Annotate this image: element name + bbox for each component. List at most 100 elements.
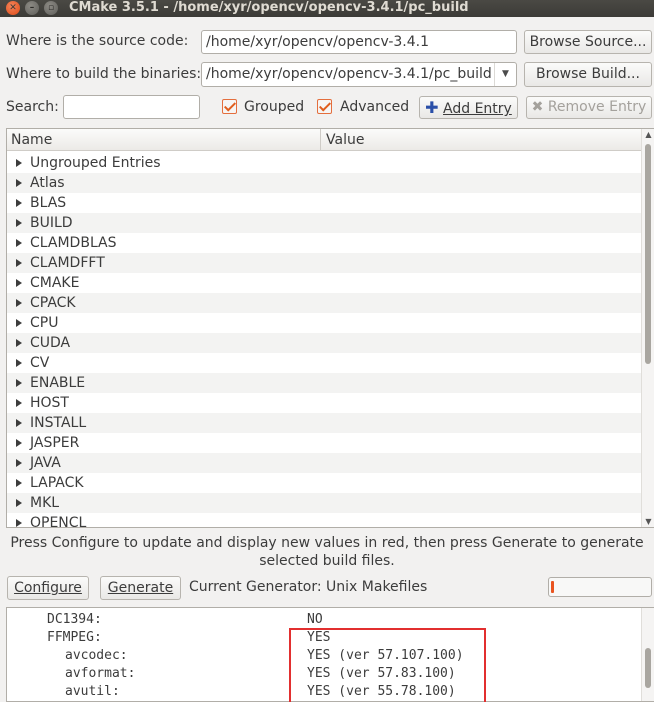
expand-arrow-icon[interactable]: [16, 219, 22, 227]
table-row[interactable]: Ungrouped Entries: [7, 153, 642, 173]
scroll-thumb[interactable]: [645, 144, 651, 364]
title-bar: ✕ – ▫ CMake 3.5.1 - /home/xyr/opencv/ope…: [0, 0, 654, 17]
expand-arrow-icon[interactable]: [16, 479, 22, 487]
build-path-combobox[interactable]: /home/xyr/opencv/opencv-3.4.1/pc_build ▼: [201, 62, 517, 87]
row-label: CUDA: [30, 335, 71, 351]
column-header-name[interactable]: Name: [7, 129, 321, 151]
table-rows: Ungrouped Entries Atlas BLAS BUILD CLAMDBLAS…: [7, 153, 642, 528]
current-generator-text: Current Generator: Unix Makefiles: [189, 579, 428, 595]
column-header-value[interactable]: Value: [322, 129, 642, 151]
row-label: CMAKE: [30, 275, 80, 291]
expand-arrow-icon[interactable]: [16, 339, 22, 347]
progress-fill: [551, 581, 554, 593]
expand-arrow-icon[interactable]: [16, 179, 22, 187]
output-line: DC1394: NO: [7, 611, 637, 629]
highlight-box: [289, 628, 486, 702]
row-label: ENABLE: [30, 375, 86, 391]
maximize-window-button[interactable]: ▫: [44, 1, 58, 15]
table-row[interactable]: CLAMDFFT: [7, 253, 642, 273]
scroll-down-icon[interactable]: ▼: [642, 517, 654, 526]
output-scroll-thumb[interactable]: [645, 648, 651, 688]
scroll-up-icon[interactable]: ▲: [642, 130, 654, 139]
configure-button[interactable]: Configure: [7, 576, 89, 600]
progress-bar: [548, 577, 652, 597]
chevron-down-icon[interactable]: ▼: [494, 63, 516, 86]
table-header: Name Value: [7, 129, 642, 151]
browse-source-button[interactable]: Browse Source...: [524, 30, 652, 54]
row-label: CLAMDBLAS: [30, 235, 117, 251]
table-row[interactable]: OPENCL: [7, 513, 642, 528]
browse-build-label: Browse Build...: [536, 66, 640, 82]
row-label: OPENCL: [30, 515, 87, 528]
table-row[interactable]: BLAS: [7, 193, 642, 213]
output-key: DC1394:: [47, 612, 102, 627]
table-row[interactable]: MKL: [7, 493, 642, 513]
grouped-checkbox[interactable]: [222, 99, 237, 114]
generate-label: Generate: [107, 580, 174, 596]
remove-icon: ✖: [531, 99, 544, 115]
minimize-window-button[interactable]: –: [25, 1, 39, 15]
build-binaries-label: Where to build the binaries:: [6, 66, 202, 82]
status-message: Press Configure to update and display ne…: [10, 535, 644, 569]
table-row[interactable]: Atlas: [7, 173, 642, 193]
expand-arrow-icon[interactable]: [16, 239, 22, 247]
row-label: LAPACK: [30, 475, 84, 491]
build-path-value: /home/xyr/opencv/opencv-3.4.1/pc_build: [206, 66, 492, 82]
table-row[interactable]: HOST: [7, 393, 642, 413]
generate-button[interactable]: Generate: [100, 576, 181, 600]
remove-entry-label: Remove Entry: [547, 99, 647, 115]
expand-arrow-icon[interactable]: [16, 299, 22, 307]
output-key: FFMPEG:: [47, 630, 102, 645]
expand-arrow-icon[interactable]: [16, 359, 22, 367]
row-label: BUILD: [30, 215, 73, 231]
table-row[interactable]: JASPER: [7, 433, 642, 453]
row-label: INSTALL: [30, 415, 87, 431]
output-scrollbar[interactable]: [641, 608, 654, 701]
expand-arrow-icon[interactable]: [16, 199, 22, 207]
table-row[interactable]: BUILD: [7, 213, 642, 233]
source-code-label: Where is the source code:: [6, 33, 189, 49]
source-path-input[interactable]: /home/xyr/opencv/opencv-3.4.1: [201, 30, 517, 54]
table-row[interactable]: CV: [7, 353, 642, 373]
table-row[interactable]: LAPACK: [7, 473, 642, 493]
row-label: JASPER: [30, 435, 80, 451]
table-row[interactable]: JAVA: [7, 453, 642, 473]
expand-arrow-icon[interactable]: [16, 519, 22, 527]
table-row[interactable]: CMAKE: [7, 273, 642, 293]
browse-source-label: Browse Source...: [529, 34, 647, 50]
expand-arrow-icon[interactable]: [16, 159, 22, 167]
browse-build-button[interactable]: Browse Build...: [524, 62, 652, 87]
add-entry-button[interactable]: ✚ Add Entry: [419, 96, 518, 119]
expand-arrow-icon[interactable]: [16, 379, 22, 387]
expand-arrow-icon[interactable]: [16, 459, 22, 467]
table-scrollbar[interactable]: ▲ ▼: [641, 129, 654, 527]
remove-entry-button[interactable]: ✖ Remove Entry: [526, 96, 652, 119]
row-label: CPACK: [30, 295, 76, 311]
expand-arrow-icon[interactable]: [16, 279, 22, 287]
expand-arrow-icon[interactable]: [16, 499, 22, 507]
advanced-checkbox[interactable]: [317, 99, 332, 114]
cache-entries-table: Name Value Ungrouped Entries Atlas BLAS BUI…: [6, 128, 654, 528]
table-row[interactable]: CPACK: [7, 293, 642, 313]
table-row[interactable]: ENABLE: [7, 373, 642, 393]
expand-arrow-icon[interactable]: [16, 419, 22, 427]
row-label: Atlas: [30, 175, 65, 191]
row-label: CPU: [30, 315, 59, 331]
row-label: HOST: [30, 395, 69, 411]
table-row[interactable]: CLAMDBLAS: [7, 233, 642, 253]
search-input[interactable]: [63, 95, 200, 119]
expand-arrow-icon[interactable]: [16, 319, 22, 327]
expand-arrow-icon[interactable]: [16, 259, 22, 267]
table-row[interactable]: CUDA: [7, 333, 642, 353]
row-label: CLAMDFFT: [30, 255, 105, 271]
expand-arrow-icon[interactable]: [16, 439, 22, 447]
add-entry-label: Add Entry: [443, 101, 512, 117]
table-row[interactable]: CPU: [7, 313, 642, 333]
table-row[interactable]: INSTALL: [7, 413, 642, 433]
output-key: avcodec:: [65, 648, 128, 663]
close-window-button[interactable]: ✕: [6, 1, 20, 15]
expand-arrow-icon[interactable]: [16, 399, 22, 407]
output-key: avutil:: [65, 684, 120, 699]
configure-label: Configure: [14, 580, 82, 596]
row-label: MKL: [30, 495, 60, 511]
